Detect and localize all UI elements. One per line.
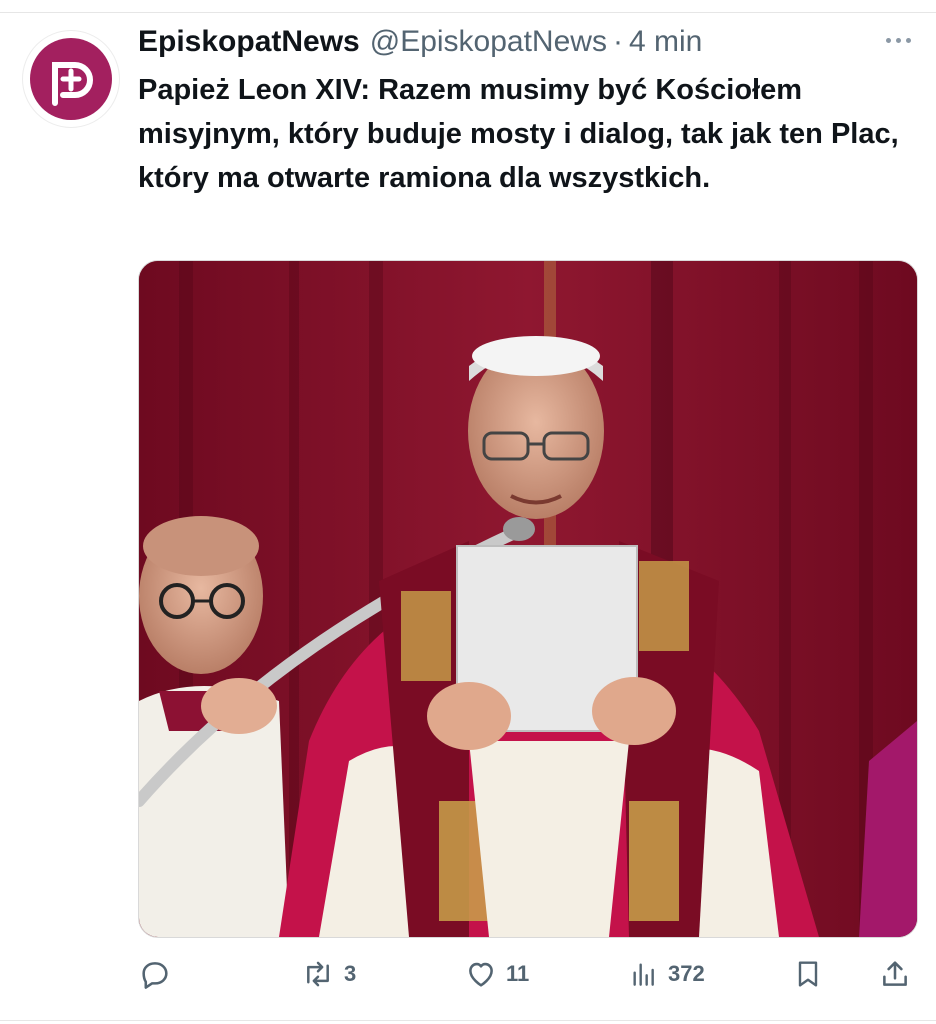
reply-button[interactable] xyxy=(138,950,180,998)
user-handle[interactable]: @EpiskopatNews xyxy=(370,25,607,59)
views-button[interactable]: 372 xyxy=(628,950,705,998)
tweet-actions: 3 11 372 xyxy=(138,950,918,998)
tweet-photo[interactable] xyxy=(138,260,918,938)
share-icon xyxy=(883,961,907,986)
photo-illustration xyxy=(139,261,917,937)
bookmark-icon xyxy=(798,961,818,987)
heart-icon xyxy=(469,962,493,987)
like-button[interactable]: 11 xyxy=(464,950,529,998)
bottom-divider xyxy=(0,1020,936,1021)
bookmark-button[interactable] xyxy=(792,950,824,998)
display-name[interactable]: EpiskopatNews xyxy=(138,25,360,59)
avatar[interactable] xyxy=(22,30,120,128)
like-count: 11 xyxy=(506,961,530,986)
tweet-text: Papież Leon XIV: Razem musimy być Kościo… xyxy=(138,74,899,194)
avatar-logo xyxy=(30,38,112,120)
views-count: 372 xyxy=(668,961,705,986)
retweet-button[interactable]: 3 xyxy=(300,950,356,998)
views-chart-icon xyxy=(633,963,654,986)
more-options-icon[interactable] xyxy=(882,30,914,50)
retweet-icon xyxy=(307,961,329,987)
top-divider xyxy=(0,0,936,13)
cross-in-p-logo-icon xyxy=(52,62,93,106)
share-button[interactable] xyxy=(878,950,912,998)
reply-icon xyxy=(142,962,168,989)
separator-dot: · xyxy=(612,25,623,58)
retweet-count: 3 xyxy=(344,961,357,986)
timestamp[interactable]: 4 min xyxy=(629,25,702,59)
tweet-header: EpiskopatNews @EpiskopatNews · 4 min xyxy=(138,22,918,62)
